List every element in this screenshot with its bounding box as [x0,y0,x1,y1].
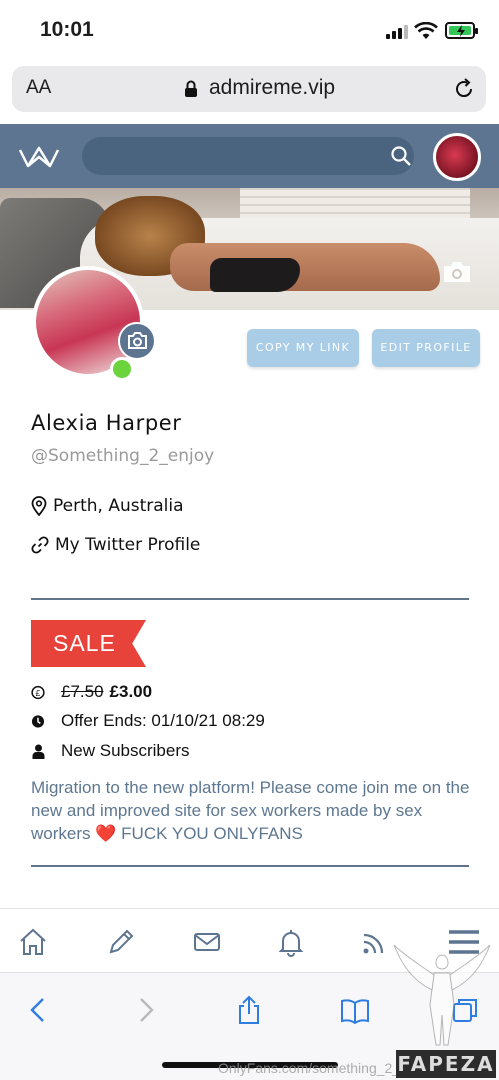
divider [31,598,469,600]
status-time: 10:01 [40,18,94,41]
search-input[interactable] [82,137,414,175]
copy-link-button[interactable]: COPY MY LINK [247,329,359,367]
profile-name: Alexia Harper [31,411,182,435]
twitter-link[interactable]: My Twitter Profile [31,535,200,555]
promo-message: Migration to the new platform! Please co… [31,776,471,845]
camera-icon[interactable] [442,260,472,284]
battery-icon [445,22,478,39]
home-icon[interactable] [18,927,48,957]
svg-text:£: £ [36,687,41,697]
old-price: £7.50 [61,682,104,701]
avatar[interactable] [433,133,481,181]
new-price: £3.00 [109,682,153,701]
location-row: Perth, Australia [31,496,184,516]
wifi-icon [414,22,438,39]
text-size-button[interactable]: AA [26,77,51,99]
address-bar[interactable]: AA admireme.vip [12,66,486,112]
offer-ends-row: Offer Ends: 01/10/21 08:29 [31,711,265,731]
bookmarks-icon[interactable] [340,995,370,1025]
camera-icon[interactable] [118,322,156,360]
heart-emoji-icon: ❤️ [95,824,117,843]
reload-icon[interactable] [452,77,476,101]
page: 10:01 AA admireme.vip COPY MY LINK EDIT … [0,0,499,1080]
divider [31,865,469,867]
winged-figure-watermark-icon [393,944,491,1046]
search-icon[interactable] [390,145,412,167]
pound-coin-icon: £ [31,685,45,699]
location-text: Perth, Australia [53,496,184,516]
online-status-indicator [110,357,134,381]
feed-icon[interactable] [360,927,390,957]
location-pin-icon [31,496,47,516]
profile-handle: @Something_2_enjoy [31,446,215,466]
link-icon [31,536,49,554]
audience-row: New Subscribers [31,741,190,761]
watermark-brand: FAPEZA [396,1050,496,1078]
user-icon [32,744,44,759]
bell-icon[interactable] [276,927,306,957]
url-text[interactable]: admireme.vip [209,76,335,100]
signal-icon [386,25,408,39]
twitter-link-label[interactable]: My Twitter Profile [55,535,200,555]
site-header [0,124,499,188]
lock-icon [185,80,197,97]
offer-ends-text: Offer Ends: 01/10/21 08:29 [61,711,265,730]
pencil-icon[interactable] [106,927,136,957]
edit-profile-button[interactable]: EDIT PROFILE [372,329,480,367]
status-bar: 10:01 [0,0,499,60]
price-row: £ £7.50 £3.00 [31,682,152,702]
audience-text: New Subscribers [61,741,190,760]
back-icon[interactable] [24,995,54,1025]
share-icon[interactable] [234,995,264,1025]
crown-logo-icon[interactable] [18,144,60,170]
promo-message-tail: FUCK YOU ONLYFANS [121,824,303,843]
clock-icon [31,714,45,728]
sale-badge: SALE [31,620,146,667]
mail-icon[interactable] [192,927,222,957]
forward-icon[interactable] [130,995,160,1025]
